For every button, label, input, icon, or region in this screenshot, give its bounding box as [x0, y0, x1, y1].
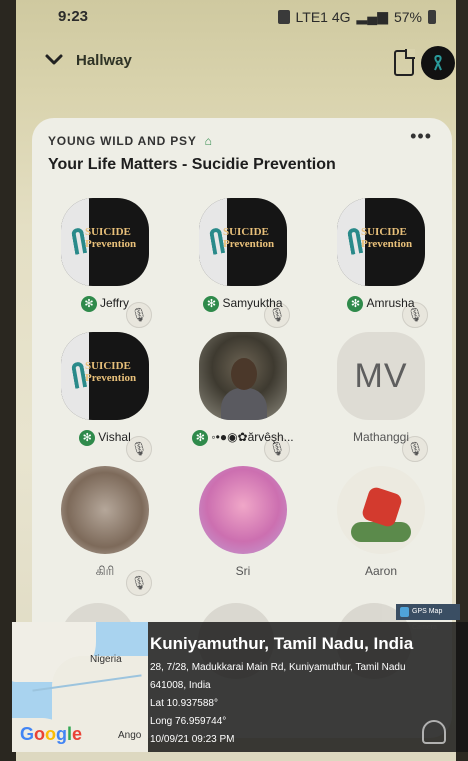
poster-line-1: SUICIDE [85, 360, 131, 372]
speaker-tile[interactable]: MV 🎙 Mathanggi [322, 332, 432, 462]
poster-line-1: SUICIDE [361, 226, 407, 238]
gps-address-line-2: 641008, India [150, 680, 211, 691]
speaker-tile[interactable]: SUICIDE Prevention 🎙 ✻ Amrusha [322, 198, 432, 328]
avatar-photo-body [221, 388, 267, 420]
room-title: Your Life Matters - Sucidie Prevention [48, 156, 336, 173]
speaker-name: ✻ Samyuktha [184, 296, 302, 312]
map-label-nigeria: Nigeria [90, 654, 122, 665]
poster-line-2: Prevention [85, 372, 137, 384]
speaker-name-text: Jeffry [99, 296, 130, 311]
speaker-name: ✻ Amrusha [322, 296, 440, 312]
speaker-name-text: Amrusha [366, 296, 415, 311]
room-header: Hallway [16, 42, 456, 88]
speaker-name-text: ◦•●◉✿ărvêşh... [211, 430, 294, 445]
location-map: Nigeria Ango Google [12, 622, 148, 752]
status-bar: 9:23 LTE1 4G ▂▄▆ 57% [16, 6, 456, 30]
speaker-name: Mathanggi [352, 430, 410, 444]
google-logo: Google [20, 724, 83, 744]
speaker-tile[interactable]: 🎙 ✻ ◦•●◉✿ărvêşh... [184, 332, 294, 462]
gps-address-line-1: 28, 7/28, Madukkarai Main Rd, Kuniyamuth… [150, 662, 406, 673]
map-label-ango: Ango [118, 730, 142, 741]
speaker-name: Aaron [364, 564, 398, 578]
poster-text: SUICIDE Prevention [361, 226, 423, 250]
moderator-badge-icon: ✻ [203, 296, 220, 312]
poster-text: SUICIDE Prevention [85, 226, 147, 250]
speaker-name-text: Samyuktha [222, 296, 283, 311]
moderator-badge-icon: ✻ [347, 296, 364, 312]
gps-camera-badge: GPS Map Camera [396, 604, 460, 631]
speaker-avatar: SUICIDE Prevention [61, 198, 149, 286]
speaker-avatar: SUICIDE Prevention [199, 198, 287, 286]
moderator-badge-icon: ✻ [192, 430, 209, 446]
moderator-badge-icon: ✻ [80, 296, 97, 312]
poster-line-2: Prevention [85, 238, 137, 250]
poster-line-2: Prevention [361, 238, 413, 250]
poster-line-1: SUICIDE [223, 226, 269, 238]
status-icons: LTE1 4G ▂▄▆ 57% [277, 8, 436, 25]
chevron-down-icon[interactable] [44, 50, 64, 70]
network-label: LTE1 4G [295, 8, 351, 25]
speaker-tile[interactable]: SUICIDE Prevention 🎙 ✻ Vishal [46, 332, 156, 462]
speaker-name-text: Vishal [98, 430, 131, 445]
hallway-button[interactable]: Hallway [76, 52, 132, 69]
club-name[interactable]: YOUNG WILD AND PSY ⌂ [48, 134, 213, 148]
avatar-photo-face [231, 358, 257, 390]
speaker-name: ✻ Jeffry [46, 296, 164, 312]
signal-icon: ▂▄▆ [356, 8, 388, 24]
gps-datetime: 10/09/21 09:23 PM [150, 734, 235, 745]
gps-latitude: Lat 10.937588° [150, 698, 218, 709]
speaker-name: கிரி [95, 564, 115, 578]
speaker-tile[interactable]: SUICIDE Prevention 🎙 ✻ Jeffry [46, 198, 156, 328]
speaker-name: ✻ Vishal [46, 430, 164, 446]
avatar-leaf [351, 522, 411, 542]
battery-level: 57% [393, 8, 422, 25]
gps-place: Kuniyamuthur, Tamil Nadu, India [150, 634, 414, 653]
profile-avatar[interactable] [421, 46, 455, 80]
speaker-name: ✻ ◦•●◉✿ărvêşh... [184, 430, 302, 446]
ribbon-icon [434, 54, 442, 71]
battery-icon [428, 9, 436, 24]
notification-bell-icon[interactable] [422, 720, 446, 744]
speaker-tile[interactable]: 🎙 கிரி [46, 466, 156, 596]
gps-longitude: Long 76.959744° [150, 716, 227, 727]
speaker-tile[interactable]: Aaron [322, 466, 432, 596]
club-label: YOUNG WILD AND PSY [48, 134, 197, 148]
home-icon: ⌂ [204, 134, 213, 148]
speaker-avatar [199, 332, 287, 420]
speaker-avatar: SUICIDE Prevention [61, 332, 149, 420]
speaker-avatar: SUICIDE Prevention [337, 198, 425, 286]
speaker-avatar [337, 466, 425, 554]
speaker-tile[interactable]: SUICIDE Prevention 🎙 ✻ Samyuktha [184, 198, 294, 328]
speaker-avatar: MV [337, 332, 425, 420]
more-options-button[interactable]: ••• [410, 126, 432, 147]
speaker-name: Sri [235, 564, 251, 578]
speaker-avatar [61, 466, 149, 554]
moderator-badge-icon: ✻ [79, 430, 96, 446]
document-icon[interactable] [394, 49, 415, 76]
gps-stamp: Nigeria Ango Google Kuniyamuthur, Tamil … [12, 622, 468, 752]
speaker-tile[interactable]: Sri [184, 466, 294, 596]
poster-line-2: Prevention [223, 238, 275, 250]
alarm-icon [277, 9, 290, 24]
poster-line-1: SUICIDE [85, 226, 131, 238]
poster-text: SUICIDE Prevention [85, 360, 147, 384]
poster-text: SUICIDE Prevention [223, 226, 285, 250]
status-time: 9:23 [58, 8, 89, 25]
speaker-avatar [199, 466, 287, 554]
